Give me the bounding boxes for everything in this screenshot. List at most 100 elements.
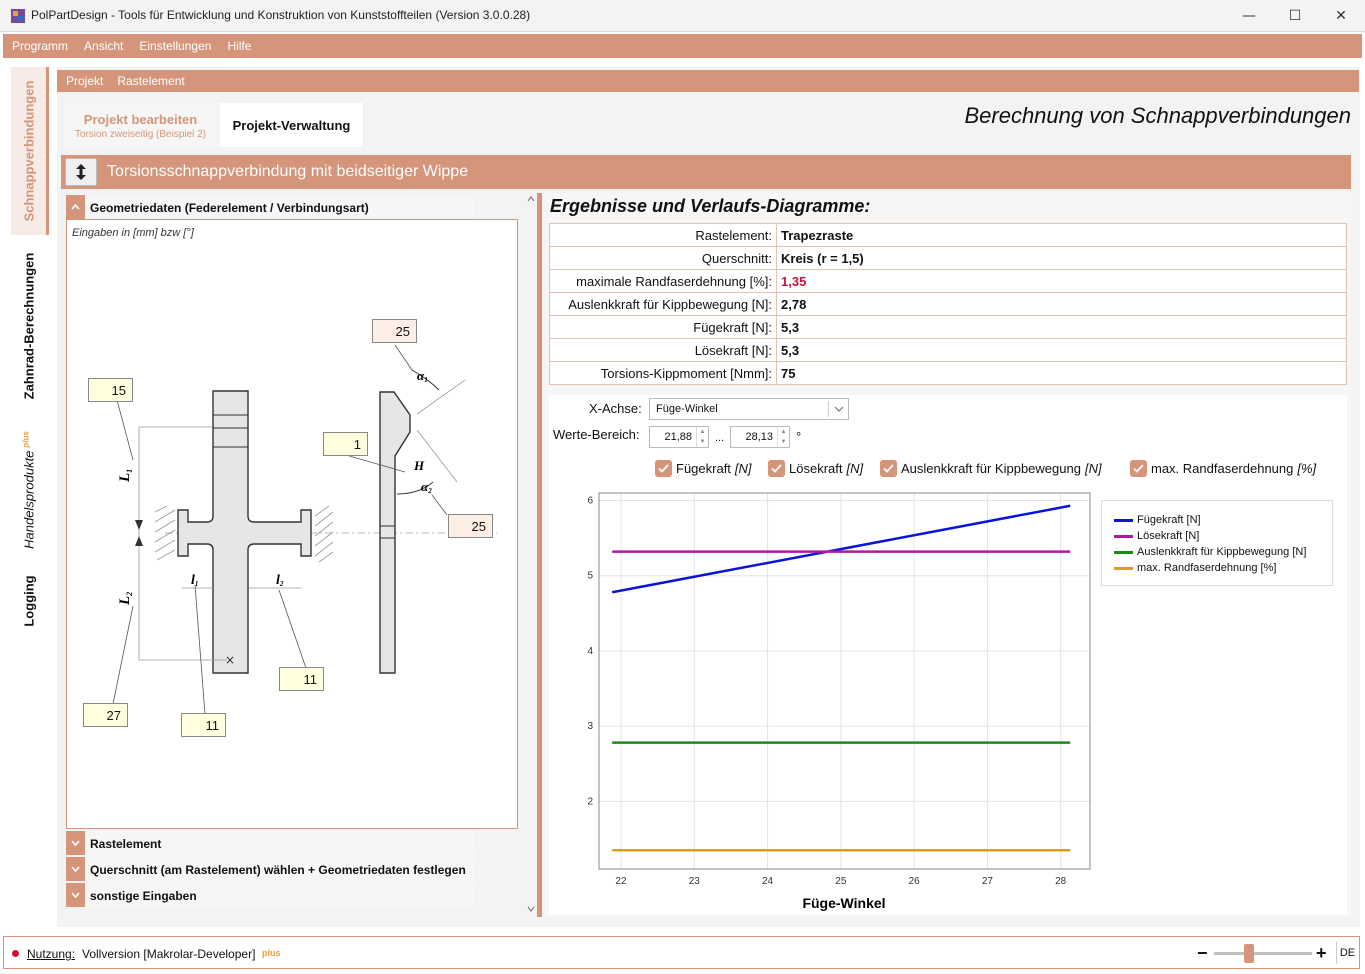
legend-label: Fügekraft [N] [1137,514,1201,526]
input-L1[interactable]: 15 [88,378,133,402]
maximize-button[interactable]: ☐ [1272,0,1318,32]
sidebar-tab-handelsprodukte[interactable]: Handelsprodukte plus [11,417,49,563]
zoom-out-button[interactable]: − [1197,943,1208,964]
menu-hilfe[interactable]: Hilfe [219,39,259,53]
zoom-slider[interactable] [1214,952,1312,955]
xaxis-select[interactable]: Füge-Winkel [649,398,849,420]
result-value: 5,3 [776,315,1347,339]
breadcrumb-rastelement[interactable]: Rastelement [110,74,191,88]
line-chart: 22 23 24 25 26 27 2823456 Füge-Winkel [587,492,1091,911]
menu-ansicht[interactable]: Ansicht [76,39,131,53]
result-value: 2,78 [776,292,1347,316]
xaxis-select-value: Füge-Winkel [656,403,718,415]
spinner-icon[interactable]: ▲ ▼ [777,427,789,447]
tab-projekt-bearbeiten[interactable]: Projekt bearbeiten Torsion zweiseitig (B… [64,103,217,147]
range-from-input[interactable]: 21,88 ▲ ▼ [649,426,709,448]
accordion-rastelement[interactable]: Rastelement [66,831,474,855]
zoom-in-button[interactable]: + [1316,943,1327,964]
sidebar-tab-logging[interactable]: Logging [11,566,49,636]
sidebar-tab-zahnrad[interactable]: Zahnrad-Berechnungen [11,239,49,413]
input-alpha1[interactable]: 25 [372,319,417,343]
x-tick-label: 24 [762,876,774,887]
status-bar: Nutzung: Vollversion [Makrolar-Developer… [3,936,1360,969]
left-scrollbar[interactable] [525,193,537,917]
chevron-down-icon[interactable] [66,857,85,881]
series-checkbox[interactable]: Fügekraft [N] [655,459,752,477]
checkmark-icon[interactable] [655,459,672,477]
menu-einstellungen[interactable]: Einstellungen [131,39,219,53]
legend-label: max. Randfaserdehnung [%] [1137,562,1277,574]
x-tick-label: 28 [1055,876,1067,887]
tab-projekt-verwaltung[interactable]: Projekt-Verwaltung [220,103,363,147]
breadcrumb-projekt[interactable]: Projekt [57,74,110,88]
result-row: Fügekraft [N]: 5,3 [549,315,1347,339]
range-to-value: 28,13 [745,431,773,443]
close-button[interactable]: ✕ [1318,0,1364,32]
result-value: 5,3 [776,338,1347,362]
section-title: Torsionsschnappverbindung mit beidseitig… [107,163,469,180]
series-checkbox[interactable]: Auslenkkraft für Kippbewegung [N] [880,459,1102,477]
plus-badge: plus [262,948,281,958]
checkmark-icon[interactable] [880,459,897,477]
dim-label-H: H [413,458,425,473]
svg-text:α1: α1 [417,368,428,384]
dim-label-L1-sub: 1 [125,469,134,473]
input-L2[interactable]: 27 [83,703,128,727]
svg-text:l1: l1 [191,573,198,588]
chevron-up-icon[interactable] [66,195,85,219]
dim-label-L1: L [117,473,133,483]
accordion-sonstige[interactable]: sonstige Eingaben [66,883,474,907]
x-tick-label: 27 [982,876,994,887]
minimize-button[interactable]: — [1226,0,1272,32]
checkbox-unit: [%] [1297,460,1317,476]
y-tick-label: 3 [587,721,593,732]
dim-label-l1-sub: 1 [195,580,199,588]
spinner-icon[interactable]: ▲ ▼ [696,427,708,447]
y-tick-label: 5 [587,571,593,582]
series-checkbox[interactable]: Lösekraft [N] [768,459,863,477]
checkmark-icon[interactable] [768,459,785,477]
checkbox-label: Lösekraft [789,460,843,476]
expand-collapse-button[interactable] [65,158,97,186]
sidebar-tab-schnappverbindungen[interactable]: Schnappverbindungen [11,67,49,235]
legend-swatch [1114,550,1133,554]
menu-bar: Programm Ansicht Einstellungen Hilfe [3,34,1362,58]
language-button[interactable]: DE [1336,942,1358,964]
accordion-querschnitt[interactable]: Querschnitt (am Rastelement) wählen + Ge… [66,857,474,881]
legend-swatch [1114,518,1133,522]
result-row: maximale Randfaserdehnung [%]: 1,35 [549,269,1347,293]
section-header: Torsionsschnappverbindung mit beidseitig… [61,155,1351,189]
sidebar: Schnappverbindungen Zahnrad-Berechnungen… [3,63,53,925]
input-alpha2[interactable]: 25 [448,514,493,538]
input-H[interactable]: 1 [323,432,368,456]
legend-item: Fügekraft [N] [1114,512,1201,528]
result-row: Auslenkkraft für Kippbewegung [N]: 2,78 [549,292,1347,316]
status-dot-icon [12,950,19,957]
xaxis-label: X-Achse: [589,401,642,416]
dim-label-alpha2-sub: 2 [427,487,432,495]
menu-programm[interactable]: Programm [3,39,76,53]
sidebar-tab-handelsprodukte-text: Handelsprodukte plus [21,431,36,549]
range-separator: ... [715,432,725,444]
accordion-title: sonstige Eingaben [90,889,197,903]
checkbox-label: Fügekraft [676,460,731,476]
legend-label: Lösekraft [N] [1137,530,1200,542]
input-l2[interactable]: 11 [279,667,324,691]
zoom-slider-thumb[interactable] [1244,944,1254,963]
panel-splitter[interactable] [537,193,542,917]
checkbox-label: Auslenkkraft für Kippbewegung [901,460,1081,476]
results-table: Rastelement: Trapezraste Querschnitt: Kreis… [549,223,1347,385]
page-title: Berechnung von Schnappverbindungen [964,103,1351,128]
chevron-down-icon[interactable] [66,883,85,907]
checkbox-unit: [N] [734,460,752,476]
chevron-down-icon[interactable] [66,831,85,855]
legend-swatch [1114,566,1133,570]
series-checkbox[interactable]: max. Randfaserdehnung [%] [1130,459,1316,477]
checkmark-icon[interactable] [1130,459,1147,477]
input-l1[interactable]: 11 [181,713,226,737]
usage-link[interactable]: Nutzung: [27,947,75,961]
accordion-title: Geometriedaten (Federelement / Verbindun… [90,201,369,215]
x-tick-label: 26 [909,876,921,887]
range-to-input[interactable]: 28,13 ▲ ▼ [730,426,790,448]
accordion-geometry[interactable]: Geometriedaten (Federelement / Verbindun… [66,195,474,219]
